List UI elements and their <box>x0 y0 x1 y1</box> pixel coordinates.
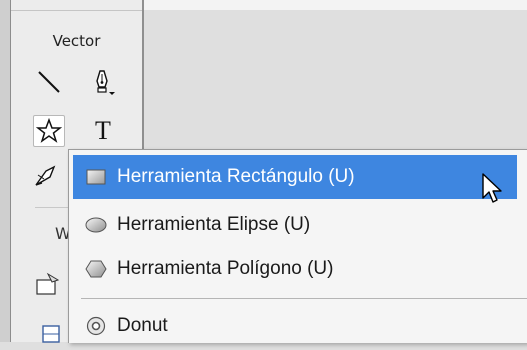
hand-pointer-icon <box>36 272 60 295</box>
shape-tools-flyout-menu: Herramienta Rectángulo (U) Herramienta E… <box>68 149 527 343</box>
ellipse-icon <box>85 214 107 236</box>
text-icon: T <box>95 116 111 145</box>
rectangle-icon <box>85 166 107 188</box>
vector-section-label: Vector <box>52 32 101 50</box>
menu-item-polygon-tool[interactable]: Herramienta Polígono (U) <box>73 247 517 291</box>
panel-divider <box>11 10 142 11</box>
polygon-icon <box>85 258 107 280</box>
pen-icon <box>96 70 115 95</box>
line-icon <box>38 71 60 93</box>
shape-tool[interactable] <box>33 115 65 147</box>
menu-item-rectangle-tool[interactable]: Herramienta Rectángulo (U) <box>73 155 517 199</box>
donut-icon <box>85 315 107 337</box>
mouse-cursor-icon <box>482 173 502 203</box>
line-tool[interactable] <box>33 66 65 98</box>
pen-tool[interactable] <box>87 66 119 98</box>
menu-item-label: Herramienta Polígono (U) <box>117 258 334 279</box>
star-icon <box>36 118 62 143</box>
menu-separator <box>81 298 527 299</box>
left-edge <box>0 0 10 342</box>
menu-item-label: Herramienta Rectángulo (U) <box>117 166 355 187</box>
menu-item-label: Herramienta Elipse (U) <box>117 214 311 235</box>
menu-item-donut[interactable]: Donut <box>73 304 517 348</box>
slice-tool[interactable] <box>35 318 67 350</box>
text-tool[interactable]: T <box>87 115 119 147</box>
menu-item-ellipse-tool[interactable]: Herramienta Elipse (U) <box>73 203 517 247</box>
knife-icon <box>35 165 56 186</box>
freeform-tool[interactable] <box>31 160 63 192</box>
subselect-tool[interactable] <box>33 268 65 300</box>
menu-item-label: Donut <box>117 315 168 336</box>
